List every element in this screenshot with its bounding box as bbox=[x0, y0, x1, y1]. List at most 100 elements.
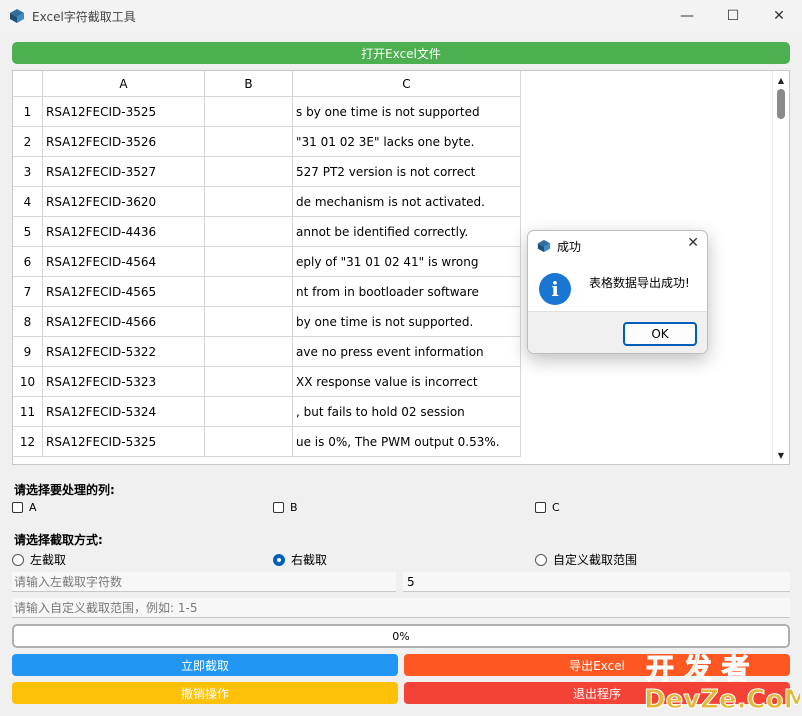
table-cell-c[interactable]: XX response value is incorrect bbox=[293, 367, 521, 397]
radio-right-cut[interactable]: 右截取 bbox=[273, 551, 327, 568]
radio-label: 右截取 bbox=[291, 553, 328, 567]
table-cell-a[interactable]: RSA12FECID-4565 bbox=[43, 277, 205, 307]
row-header[interactable]: 6 bbox=[13, 247, 43, 277]
title-bar: Excel字符截取工具 — ☐ ✕ bbox=[0, 0, 802, 32]
row-header[interactable]: 8 bbox=[13, 307, 43, 337]
app-logo-icon bbox=[10, 9, 24, 23]
export-excel-button[interactable]: 导出Excel bbox=[404, 654, 790, 676]
checkbox-box[interactable] bbox=[535, 502, 546, 513]
success-dialog: 成功 ✕ i 表格数据导出成功! OK bbox=[527, 230, 708, 354]
row-header[interactable]: 5 bbox=[13, 217, 43, 247]
table-cell-a[interactable]: RSA12FECID-4564 bbox=[43, 247, 205, 277]
table-cell-c[interactable]: de mechanism is not activated. bbox=[293, 187, 521, 217]
row-header[interactable]: 9 bbox=[13, 337, 43, 367]
row-header[interactable]: 12 bbox=[13, 427, 43, 457]
open-excel-button[interactable]: 打开Excel文件 bbox=[12, 42, 790, 64]
mode-section-label: 请选择截取方式: bbox=[14, 533, 103, 547]
column-header-a[interactable]: A bbox=[43, 71, 205, 97]
table-cell-b[interactable] bbox=[205, 397, 293, 427]
table-cell-c[interactable]: nt from in bootloader software bbox=[293, 277, 521, 307]
table-cell-a[interactable]: RSA12FECID-3620 bbox=[43, 187, 205, 217]
radio-left-cut[interactable]: 左截取 bbox=[12, 551, 66, 568]
dialog-app-icon bbox=[537, 239, 551, 253]
table-cell-b[interactable] bbox=[205, 247, 293, 277]
row-header[interactable]: 10 bbox=[13, 367, 43, 397]
table-cell-c[interactable]: 527 PT2 version is not correct bbox=[293, 157, 521, 187]
table-cell-a[interactable]: RSA12FECID-3526 bbox=[43, 127, 205, 157]
table-cell-b[interactable] bbox=[205, 427, 293, 457]
table-cell-b[interactable] bbox=[205, 217, 293, 247]
minimize-button[interactable]: — bbox=[664, 0, 710, 32]
radio-label: 自定义截取范围 bbox=[553, 553, 638, 567]
table-cell-a[interactable]: RSA12FECID-5323 bbox=[43, 367, 205, 397]
dialog-footer: OK bbox=[528, 311, 707, 353]
progress-bar: 0% bbox=[12, 624, 790, 648]
radio-dot[interactable] bbox=[12, 553, 24, 566]
left-count-input[interactable]: 请输入左截取字符数 bbox=[12, 572, 396, 592]
column-header-c[interactable]: C bbox=[293, 71, 521, 97]
row-header[interactable]: 1 bbox=[13, 97, 43, 127]
table-cell-c[interactable]: eply of "31 01 02 41" is wrong bbox=[293, 247, 521, 277]
table-cell-b[interactable] bbox=[205, 157, 293, 187]
table-cell-b[interactable] bbox=[205, 307, 293, 337]
undo-button[interactable]: 撤销操作 bbox=[12, 682, 398, 704]
checkbox-column-c[interactable]: C bbox=[535, 501, 560, 514]
dialog-close-icon[interactable]: ✕ bbox=[687, 235, 699, 251]
checkbox-label: A bbox=[29, 501, 37, 514]
table-cell-a[interactable]: RSA12FECID-5324 bbox=[43, 397, 205, 427]
table-cell-a[interactable]: RSA12FECID-3527 bbox=[43, 157, 205, 187]
table-cell-c[interactable]: annot be identified correctly. bbox=[293, 217, 521, 247]
table-cell-a[interactable]: RSA12FECID-3525 bbox=[43, 97, 205, 127]
table-cell-b[interactable] bbox=[205, 97, 293, 127]
table-cell-c[interactable]: by one time is not supported. bbox=[293, 307, 521, 337]
row-header[interactable]: 11 bbox=[13, 397, 43, 427]
table-cell-b[interactable] bbox=[205, 367, 293, 397]
radio-dot[interactable] bbox=[535, 553, 547, 566]
table-cell-c[interactable]: ave no press event information bbox=[293, 337, 521, 367]
table-cell-a[interactable]: RSA12FECID-4566 bbox=[43, 307, 205, 337]
scroll-thumb[interactable] bbox=[777, 89, 785, 119]
radio-label: 左截取 bbox=[30, 553, 67, 567]
dialog-title: 成功 bbox=[557, 240, 582, 254]
exit-button[interactable]: 退出程序 bbox=[404, 682, 790, 704]
columns-section-label: 请选择要处理的列: bbox=[14, 483, 115, 497]
checkbox-box[interactable] bbox=[273, 502, 284, 513]
scroll-up-arrow-icon[interactable]: ▲ bbox=[773, 73, 789, 87]
table-cell-b[interactable] bbox=[205, 187, 293, 217]
checkbox-box[interactable] bbox=[12, 502, 23, 513]
radio-custom-range[interactable]: 自定义截取范围 bbox=[535, 551, 637, 568]
table-cell-c[interactable]: , but fails to hold 02 session bbox=[293, 397, 521, 427]
table-cell-b[interactable] bbox=[205, 127, 293, 157]
custom-range-input[interactable]: 请输入自定义截取范围，例如: 1-5 bbox=[12, 598, 790, 618]
table-cell-a[interactable]: RSA12FECID-5325 bbox=[43, 427, 205, 457]
right-count-input[interactable]: 5 bbox=[403, 572, 790, 592]
window-title: Excel字符截取工具 bbox=[32, 10, 136, 24]
table-cell-c[interactable]: ue is 0%, The PWM output 0.53%. bbox=[293, 427, 521, 457]
dialog-message: 表格数据导出成功! bbox=[589, 276, 690, 290]
checkbox-label: C bbox=[552, 501, 560, 514]
table-cell-a[interactable]: RSA12FECID-4436 bbox=[43, 217, 205, 247]
table-cell-a[interactable]: RSA12FECID-5322 bbox=[43, 337, 205, 367]
table-vertical-scrollbar[interactable]: ▲ ▼ bbox=[772, 71, 789, 464]
table-cell-c[interactable]: "31 01 02 3E" lacks one byte. bbox=[293, 127, 521, 157]
table-cell-c[interactable]: s by one time is not supported bbox=[293, 97, 521, 127]
maximize-button[interactable]: ☐ bbox=[710, 0, 756, 32]
checkbox-column-b[interactable]: B bbox=[273, 501, 298, 514]
cut-now-button[interactable]: 立即截取 bbox=[12, 654, 398, 676]
close-window-button[interactable]: ✕ bbox=[756, 0, 802, 32]
checkbox-column-a[interactable]: A bbox=[12, 501, 37, 514]
table-cell-b[interactable] bbox=[205, 277, 293, 307]
table-cell-b[interactable] bbox=[205, 337, 293, 367]
progress-text: 0% bbox=[392, 629, 410, 643]
scroll-down-arrow-icon[interactable]: ▼ bbox=[773, 448, 789, 462]
row-header[interactable]: 7 bbox=[13, 277, 43, 307]
row-header[interactable]: 3 bbox=[13, 157, 43, 187]
column-header-b[interactable]: B bbox=[205, 71, 293, 97]
row-header[interactable]: 4 bbox=[13, 187, 43, 217]
table-corner[interactable] bbox=[13, 71, 43, 97]
info-icon: i bbox=[539, 273, 571, 305]
row-header[interactable]: 2 bbox=[13, 127, 43, 157]
ok-button[interactable]: OK bbox=[623, 322, 697, 346]
radio-dot-selected[interactable] bbox=[273, 553, 285, 566]
checkbox-label: B bbox=[290, 501, 298, 514]
